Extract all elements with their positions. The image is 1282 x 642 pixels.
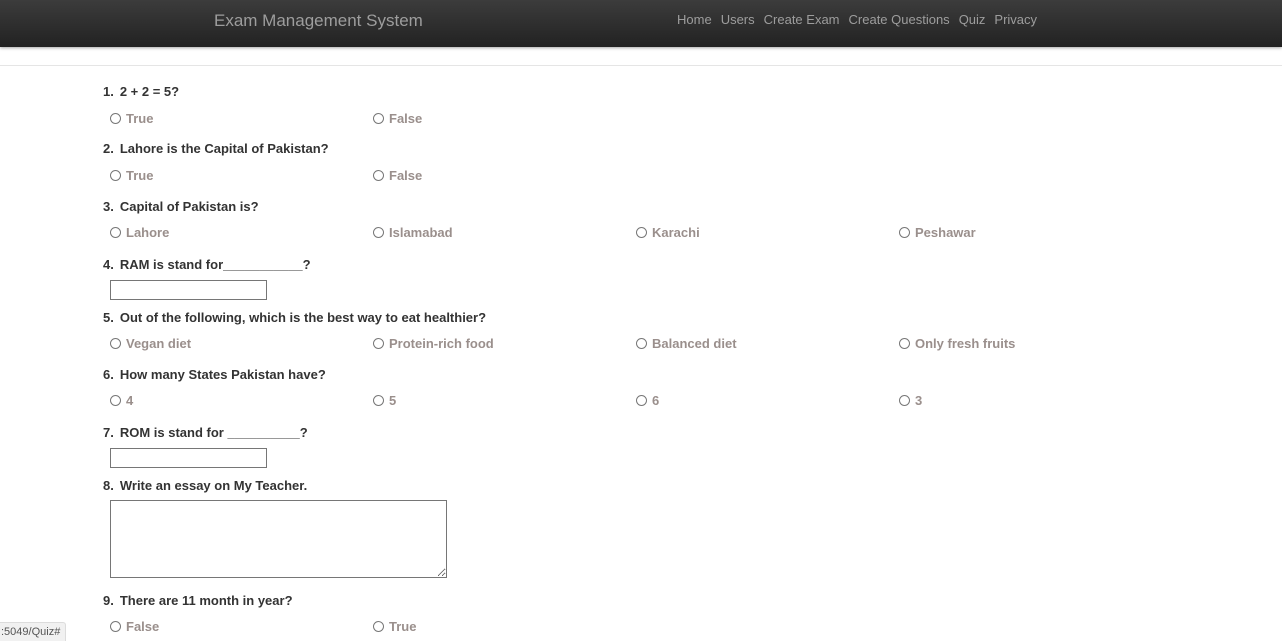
radio-button[interactable] bbox=[373, 395, 384, 406]
q6-option-5[interactable]: 5 bbox=[373, 393, 396, 408]
question-text: Lahore is the Capital of Pakistan? bbox=[119, 141, 329, 156]
option-label: Balanced diet bbox=[652, 336, 737, 351]
option-label: False bbox=[389, 111, 423, 126]
radio-button[interactable] bbox=[899, 395, 910, 406]
nav-privacy-link[interactable]: Privacy bbox=[994, 12, 1037, 27]
question-text: Capital of Pakistan is? bbox=[119, 199, 259, 214]
question-number: 8. bbox=[103, 478, 114, 493]
option-label: True bbox=[126, 111, 154, 126]
question-text: There are 11 month in year? bbox=[119, 593, 293, 608]
radio-button[interactable] bbox=[899, 227, 910, 238]
q1-option-true[interactable]: True bbox=[110, 111, 153, 126]
radio-button[interactable] bbox=[636, 227, 647, 238]
q3-option-lahore[interactable]: Lahore bbox=[110, 225, 169, 240]
question-text: Out of the following, which is the best … bbox=[119, 310, 487, 325]
radio-button[interactable] bbox=[373, 621, 384, 632]
nav-create-questions-link[interactable]: Create Questions bbox=[849, 12, 950, 27]
question-6: 6. How many States Pakistan have? bbox=[103, 367, 326, 382]
nav-links: Home Users Create Exam Create Questions … bbox=[677, 12, 1037, 27]
option-label: Lahore bbox=[126, 225, 170, 240]
question-number: 6. bbox=[103, 367, 114, 382]
question-text: RAM is stand for___________? bbox=[119, 257, 311, 272]
option-label: Islamabad bbox=[389, 225, 453, 240]
question-text: 2 + 2 = 5? bbox=[119, 84, 180, 99]
question-1: 1. 2 + 2 = 5? bbox=[103, 84, 179, 99]
option-label: True bbox=[389, 619, 417, 634]
nav-users-link[interactable]: Users bbox=[721, 12, 755, 27]
question-9: 9. There are 11 month in year? bbox=[103, 593, 293, 608]
option-label: 3 bbox=[915, 393, 923, 408]
q5-option-balanced-diet[interactable]: Balanced diet bbox=[636, 336, 737, 351]
q2-option-true[interactable]: True bbox=[110, 168, 153, 183]
q3-option-islamabad[interactable]: Islamabad bbox=[373, 225, 453, 240]
top-navbar: Exam Management System Home Users Create… bbox=[0, 0, 1282, 47]
option-label: 5 bbox=[389, 393, 397, 408]
question-number: 7. bbox=[103, 425, 114, 440]
q6-option-6[interactable]: 6 bbox=[636, 393, 659, 408]
question-number: 5. bbox=[103, 310, 114, 325]
option-label: Only fresh fruits bbox=[915, 336, 1016, 351]
brand-link[interactable]: Exam Management System bbox=[214, 11, 423, 31]
q7-answer-input[interactable] bbox=[110, 448, 267, 468]
radio-button[interactable] bbox=[110, 170, 121, 181]
question-4: 4. RAM is stand for___________? bbox=[103, 257, 311, 272]
nav-create-exam-link[interactable]: Create Exam bbox=[764, 12, 840, 27]
q6-option-3[interactable]: 3 bbox=[899, 393, 922, 408]
radio-button[interactable] bbox=[373, 113, 384, 124]
header-divider bbox=[0, 65, 1282, 66]
q5-option-only-fresh-fruits[interactable]: Only fresh fruits bbox=[899, 336, 1015, 351]
radio-button[interactable] bbox=[899, 338, 910, 349]
question-text: How many States Pakistan have? bbox=[119, 367, 326, 382]
question-text: Write an essay on My Teacher. bbox=[119, 478, 308, 493]
q8-essay-textarea[interactable] bbox=[110, 500, 447, 578]
radio-button[interactable] bbox=[636, 395, 647, 406]
nav-home-link[interactable]: Home bbox=[677, 12, 712, 27]
question-number: 2. bbox=[103, 141, 114, 156]
question-8: 8. Write an essay on My Teacher. bbox=[103, 478, 307, 493]
q1-option-false[interactable]: False bbox=[373, 111, 422, 126]
option-label: False bbox=[126, 619, 160, 634]
question-text: ROM is stand for __________? bbox=[119, 425, 308, 440]
radio-button[interactable] bbox=[110, 395, 121, 406]
q2-option-false[interactable]: False bbox=[373, 168, 422, 183]
radio-button[interactable] bbox=[373, 338, 384, 349]
question-2: 2. Lahore is the Capital of Pakistan? bbox=[103, 141, 329, 156]
q3-option-peshawar[interactable]: Peshawar bbox=[899, 225, 976, 240]
q9-option-true[interactable]: True bbox=[373, 619, 416, 634]
option-label: Karachi bbox=[652, 225, 700, 240]
option-label: 6 bbox=[652, 393, 660, 408]
question-number: 3. bbox=[103, 199, 114, 214]
radio-button[interactable] bbox=[110, 338, 121, 349]
option-label: Peshawar bbox=[915, 225, 976, 240]
q3-option-karachi[interactable]: Karachi bbox=[636, 225, 700, 240]
status-bar-url: :5049/Quiz# bbox=[0, 622, 67, 641]
question-number: 1. bbox=[103, 84, 114, 99]
question-7: 7. ROM is stand for __________? bbox=[103, 425, 308, 440]
option-label: 4 bbox=[126, 393, 134, 408]
radio-button[interactable] bbox=[373, 170, 384, 181]
q9-option-false[interactable]: False bbox=[110, 619, 159, 634]
radio-button[interactable] bbox=[636, 338, 647, 349]
nav-quiz-link[interactable]: Quiz bbox=[959, 12, 986, 27]
radio-button[interactable] bbox=[110, 113, 121, 124]
question-3: 3. Capital of Pakistan is? bbox=[103, 199, 259, 214]
q5-option-vegan-diet[interactable]: Vegan diet bbox=[110, 336, 191, 351]
radio-button[interactable] bbox=[110, 227, 121, 238]
option-label: True bbox=[126, 168, 154, 183]
question-number: 4. bbox=[103, 257, 114, 272]
question-number: 9. bbox=[103, 593, 114, 608]
option-label: Vegan diet bbox=[126, 336, 192, 351]
radio-button[interactable] bbox=[373, 227, 384, 238]
q5-option-protein-rich-food[interactable]: Protein-rich food bbox=[373, 336, 494, 351]
question-5: 5. Out of the following, which is the bes… bbox=[103, 310, 486, 325]
q6-option-4[interactable]: 4 bbox=[110, 393, 133, 408]
option-label: False bbox=[389, 168, 423, 183]
q4-answer-input[interactable] bbox=[110, 280, 267, 300]
option-label: Protein-rich food bbox=[389, 336, 494, 351]
radio-button[interactable] bbox=[110, 621, 121, 632]
